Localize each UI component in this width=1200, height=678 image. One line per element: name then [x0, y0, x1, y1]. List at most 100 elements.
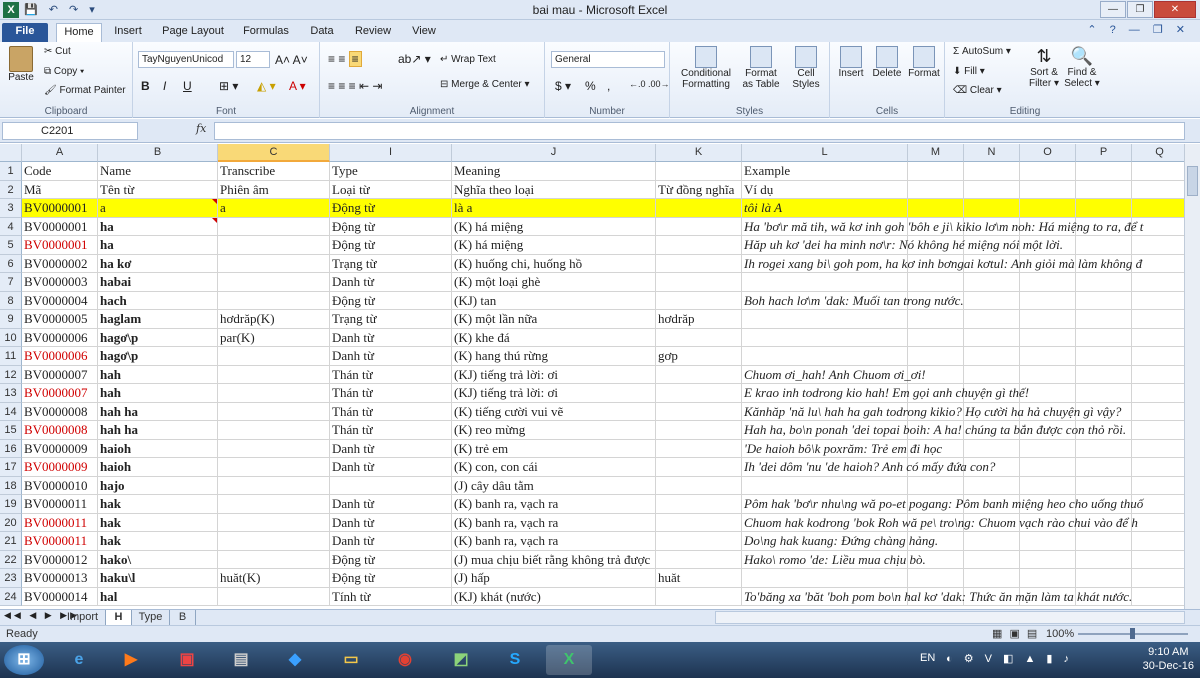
- cell-l[interactable]: Hako\ romo 'de: Liều mua chịu bò.: [742, 550, 926, 569]
- cell-q[interactable]: [1132, 477, 1184, 495]
- cell-m[interactable]: [908, 569, 964, 588]
- cell-q[interactable]: [1132, 403, 1184, 421]
- cell-n[interactable]: [964, 273, 1020, 292]
- cell-b[interactable]: habai: [98, 273, 218, 292]
- cell-j[interactable]: (K) một lần nữa: [452, 310, 656, 329]
- name-box[interactable]: C2201: [2, 122, 138, 140]
- cell-a[interactable]: BV0000001: [22, 236, 98, 255]
- cell-k[interactable]: [656, 236, 742, 255]
- cell-b[interactable]: haioh: [98, 458, 218, 477]
- cell-l[interactable]: [742, 476, 908, 495]
- cell-j[interactable]: (J) hấp: [452, 569, 656, 588]
- row-header[interactable]: 24: [0, 587, 22, 606]
- cell-j[interactable]: (K) banh ra, vạch ra: [452, 513, 656, 532]
- cell-a[interactable]: BV0000007: [22, 365, 98, 384]
- cell-c[interactable]: [218, 217, 330, 236]
- cell-k[interactable]: [656, 365, 742, 384]
- cell-q[interactable]: [1132, 329, 1184, 347]
- cell-p[interactable]: [1076, 458, 1132, 477]
- align-top-icon[interactable]: ≡ ≡ ≡: [328, 51, 362, 67]
- cell-c[interactable]: Phiên âm: [218, 180, 330, 199]
- cell-i[interactable]: Tính từ: [330, 587, 452, 606]
- cell-j[interactable]: (K) trẻ em: [452, 439, 656, 458]
- cell-i[interactable]: Thán từ: [330, 402, 452, 421]
- cell-p[interactable]: [1076, 439, 1132, 458]
- cell-c[interactable]: [218, 458, 330, 477]
- row-header[interactable]: 16: [0, 439, 22, 458]
- help-icon[interactable]: ⌃ ? — ❐ ✕: [1087, 23, 1190, 36]
- cell-k[interactable]: [656, 439, 742, 458]
- cell-m[interactable]: [908, 162, 964, 181]
- decimal-icon[interactable]: ←.0 .00→: [629, 79, 670, 89]
- skype-icon[interactable]: S: [492, 645, 538, 675]
- copy-button[interactable]: ⧉ Copy ▾: [44, 66, 84, 77]
- tab-view[interactable]: View: [406, 23, 442, 42]
- column-header-k[interactable]: K: [656, 144, 742, 162]
- cell-l[interactable]: Hăp uh kơ 'dei ha minh nơ\r: Nó không hé…: [742, 236, 1063, 255]
- cell-k[interactable]: [656, 421, 742, 440]
- formula-input[interactable]: [214, 122, 1185, 140]
- app-grid-icon[interactable]: ▣: [164, 645, 210, 675]
- cell-i[interactable]: Danh từ: [330, 328, 452, 347]
- cell-p[interactable]: [1076, 236, 1132, 255]
- cell-q[interactable]: [1132, 199, 1184, 218]
- cell-b[interactable]: hak: [98, 532, 218, 551]
- cell-l[interactable]: 'De haioh bô\k poxrăm: Trẻ em đi học: [742, 439, 942, 458]
- clock[interactable]: 9:10 AM 30-Dec-16: [1143, 645, 1194, 673]
- cell-a[interactable]: BV0000011: [22, 495, 98, 514]
- cell-i[interactable]: Động từ: [330, 236, 452, 255]
- cell-k[interactable]: [656, 254, 742, 273]
- cell-l[interactable]: tôi là A: [742, 199, 908, 218]
- tab-formulas[interactable]: Formulas: [238, 23, 294, 42]
- sort-filter-button[interactable]: ⇅ Sort & Filter ▾: [1027, 46, 1061, 89]
- row-header[interactable]: 15: [0, 421, 22, 440]
- underline-button[interactable]: U: [183, 79, 192, 93]
- cell-c[interactable]: [218, 384, 330, 403]
- cell-b[interactable]: haku\l: [98, 569, 218, 588]
- font-size-select[interactable]: 12: [236, 51, 270, 68]
- start-button-icon[interactable]: ⊞: [4, 645, 44, 675]
- cell-p[interactable]: [1076, 347, 1132, 366]
- cell-c[interactable]: [218, 402, 330, 421]
- cell-c[interactable]: par(K): [218, 328, 330, 347]
- cell-c[interactable]: [218, 421, 330, 440]
- cell-k[interactable]: [656, 513, 742, 532]
- cell-k[interactable]: hơdrăp: [656, 310, 742, 329]
- cell-j[interactable]: (K) tiếng cười vui vẽ: [452, 402, 656, 421]
- font-name-select[interactable]: TayNguyenUnicod: [138, 51, 234, 68]
- cell-c[interactable]: [218, 476, 330, 495]
- cell-p[interactable]: [1076, 550, 1132, 569]
- cell-l[interactable]: To'băng xa 'băt 'boh pom bo\n hal kơ 'da…: [742, 587, 1132, 606]
- cell-b[interactable]: ha: [98, 217, 218, 236]
- sheet-tab-import[interactable]: Import: [60, 610, 106, 625]
- cell-l[interactable]: Hah ha, bo\n ponah 'dei topai boih: A ha…: [742, 421, 1126, 440]
- cell-n[interactable]: [964, 347, 1020, 366]
- cell-l[interactable]: [742, 347, 908, 366]
- cell-i[interactable]: Danh từ: [330, 495, 452, 514]
- vertical-scrollbar[interactable]: [1184, 144, 1200, 609]
- cell-a[interactable]: BV0000011: [22, 513, 98, 532]
- chrome-icon[interactable]: ◉: [382, 645, 428, 675]
- cell-q[interactable]: [1132, 310, 1184, 329]
- cell-n[interactable]: [964, 569, 1020, 588]
- file-explorer-icon[interactable]: ▭: [328, 645, 374, 675]
- sheet-tab-b[interactable]: B: [170, 610, 196, 625]
- cell-k[interactable]: [656, 384, 742, 403]
- cell-q[interactable]: [1132, 421, 1184, 440]
- cell-q[interactable]: [1132, 458, 1184, 477]
- cell-k[interactable]: [656, 587, 742, 606]
- cell-o[interactable]: [1020, 180, 1076, 199]
- row-header[interactable]: 13: [0, 384, 22, 403]
- cell-p[interactable]: [1076, 569, 1132, 588]
- cell-a[interactable]: BV0000011: [22, 532, 98, 551]
- cell-c[interactable]: huăt(K): [218, 569, 330, 588]
- cell-a[interactable]: Mã: [22, 180, 98, 199]
- cell-i[interactable]: Loại từ: [330, 180, 452, 199]
- cell-b[interactable]: Name: [98, 162, 218, 181]
- cell-a[interactable]: BV0000006: [22, 347, 98, 366]
- cell-q[interactable]: [1132, 236, 1184, 255]
- cell-o[interactable]: [1020, 347, 1076, 366]
- row-header[interactable]: 9: [0, 310, 22, 329]
- cell-b[interactable]: hah: [98, 365, 218, 384]
- cell-i[interactable]: Danh từ: [330, 439, 452, 458]
